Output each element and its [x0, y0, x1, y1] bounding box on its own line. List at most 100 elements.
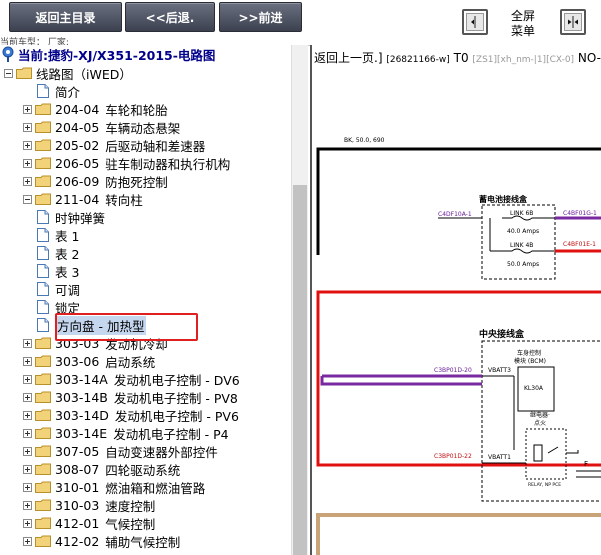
expand-icon[interactable]	[23, 374, 32, 384]
expand-icon[interactable]	[23, 392, 32, 402]
bottom-brown-box	[316, 513, 601, 555]
central-connector-2: C3BP01D-22	[434, 453, 472, 460]
tree-section-iwed[interactable]: 线路图（iWED）	[4, 64, 132, 82]
tree-section-label: 线路图（iWED）	[36, 66, 132, 82]
collapse-icon[interactable]	[4, 68, 13, 78]
top-wire-label: BK, 50.0, 690	[344, 137, 385, 144]
folder-icon	[35, 535, 51, 547]
expand-icon[interactable]	[23, 176, 32, 186]
expand-icon[interactable]	[23, 482, 32, 492]
collapse-icon[interactable]	[23, 194, 32, 204]
bcm-label-2: 模块 (BCM)	[514, 357, 546, 365]
tree-item-code: 412-01	[55, 515, 100, 531]
folder-icon	[35, 139, 51, 151]
tree-item-code: 308-07	[55, 461, 100, 477]
tree-item[interactable]: 206-05 驻车制动器和执行机构	[23, 154, 230, 172]
expand-icon[interactable]	[23, 428, 32, 438]
tree-scrollbar[interactable]	[291, 45, 308, 555]
tree-item[interactable]: 303-14A 发动机电子控制 - DV6	[23, 370, 240, 388]
tree-root-label: 当前:捷豹-XJ/X351-2015-电路图	[18, 47, 216, 63]
tree-item[interactable]: 可调	[37, 280, 80, 298]
tree-item[interactable]: 310-01 燃油箱和燃油管路	[23, 478, 205, 496]
expand-icon[interactable]	[23, 122, 32, 132]
document-icon	[37, 264, 49, 278]
red-wire-loop	[316, 290, 601, 467]
scrollbar-thumb[interactable]	[293, 185, 307, 555]
expand-icon[interactable]	[23, 500, 32, 510]
expand-icon[interactable]	[23, 446, 32, 456]
tree-item-code: 303-06	[55, 353, 100, 369]
tree-item-label: 表 2	[55, 246, 80, 262]
folder-icon	[35, 103, 51, 115]
tree-item-code: 310-01	[55, 479, 100, 495]
expand-icon[interactable]	[23, 410, 32, 420]
tree-item[interactable]: 表 3	[37, 262, 79, 280]
tree-item-label: 驻车制动器和执行机构	[105, 156, 231, 172]
expand-icon[interactable]	[23, 158, 32, 168]
tree-item[interactable]: 表 1	[37, 226, 79, 244]
tree-item[interactable]: 时钟弹簧	[37, 208, 105, 226]
tree-item[interactable]: 308-07 四轮驱动系统	[23, 460, 180, 478]
tree-item[interactable]: 表 2	[37, 244, 79, 262]
right-connector-1: C4BF01G-1	[563, 210, 597, 217]
expand-icon[interactable]	[23, 464, 32, 474]
home-button[interactable]: 返回主目录	[9, 2, 122, 32]
tree-item-label: 自动变速器外部控件	[105, 444, 218, 460]
folder-icon	[35, 499, 51, 511]
tree-item[interactable]: 204-05 车辆动态悬架	[23, 118, 180, 136]
tree-item-label: 燃油箱和燃油管路	[105, 480, 206, 496]
folder-icon	[35, 355, 51, 367]
kl30a-label: KL30A	[524, 385, 544, 392]
tree-item-label: 转向柱	[105, 192, 143, 208]
folder-icon	[35, 445, 51, 457]
tree-item[interactable]: 412-02 辅助气候控制	[23, 532, 180, 550]
collapse-panel-button[interactable]	[462, 9, 488, 35]
tree-root[interactable]: 当前:捷豹-XJ/X351-2015-电路图	[2, 45, 215, 63]
tree-item[interactable]: 310-03 速度控制	[23, 496, 155, 514]
tree-item[interactable]: 204-04 车轮和轮胎	[23, 100, 168, 118]
tree-item-code: 303-14A	[55, 371, 108, 387]
tree-item-label: 发动机电子控制 - PV8	[113, 390, 238, 406]
fullscreen-menu-label[interactable]: 全屏 菜单	[503, 9, 543, 39]
tree-item[interactable]: 211-04 转向柱	[23, 190, 143, 208]
tree-item-label: 时钟弹簧	[55, 210, 106, 226]
tree-item-label: 辅助气候控制	[105, 534, 181, 550]
expand-icon[interactable]	[23, 356, 32, 366]
expand-icon[interactable]	[23, 104, 32, 114]
expand-icon[interactable]	[23, 536, 32, 546]
tree-item[interactable]: 206-09 防抱死控制	[23, 172, 168, 190]
folder-icon	[35, 427, 51, 439]
tree-item[interactable]: 简介	[37, 82, 80, 100]
tree-item-label: 发动机电子控制 - DV6	[113, 372, 240, 388]
vbatt3-label: VBATT3	[488, 367, 511, 374]
tree-item-label: 车轮和轮胎	[105, 102, 168, 118]
vbatt1-label: VBATT1	[488, 454, 511, 461]
relay-box	[525, 428, 567, 480]
tree-item[interactable]: 307-05 自动变速器外部控件	[23, 442, 218, 460]
expand-icon[interactable]	[23, 338, 32, 348]
tree-item-code: 205-02	[55, 137, 100, 153]
central-box-title: 中央接线盒	[479, 328, 525, 340]
document-icon	[37, 246, 49, 260]
expand-icon[interactable]	[23, 518, 32, 528]
tree-item[interactable]: 205-02 后驱动轴和差速器	[23, 136, 205, 154]
tree-item[interactable]: 412-01 气候控制	[23, 514, 155, 532]
forward-button[interactable]: >>前进	[219, 2, 302, 32]
tree-item-label: 速度控制	[105, 498, 156, 514]
tree-item-label: 发动机电子控制 - P4	[113, 426, 229, 442]
folder-icon	[35, 391, 51, 403]
tree-item-label: 表 1	[55, 228, 80, 244]
folder-icon	[35, 373, 51, 385]
f-label: F	[584, 460, 588, 468]
tree-item-code: 206-05	[55, 155, 100, 171]
tree-item-label: 车辆动态悬架	[105, 120, 181, 136]
tree-item-label: 简介	[55, 84, 81, 100]
tree-item[interactable]: 303-06 启动系统	[23, 352, 155, 370]
back-button[interactable]: <<后退.	[125, 2, 215, 32]
tree-item[interactable]: 303-14E 发动机电子控制 - P4	[23, 424, 229, 442]
tree-item[interactable]: 303-14D 发动机电子控制 - PV6	[23, 406, 239, 424]
tree-item[interactable]: 303-14B 发动机电子控制 - PV8	[23, 388, 238, 406]
expand-icon[interactable]	[23, 140, 32, 150]
expand-panel-button[interactable]	[560, 9, 586, 35]
document-icon	[37, 84, 49, 98]
